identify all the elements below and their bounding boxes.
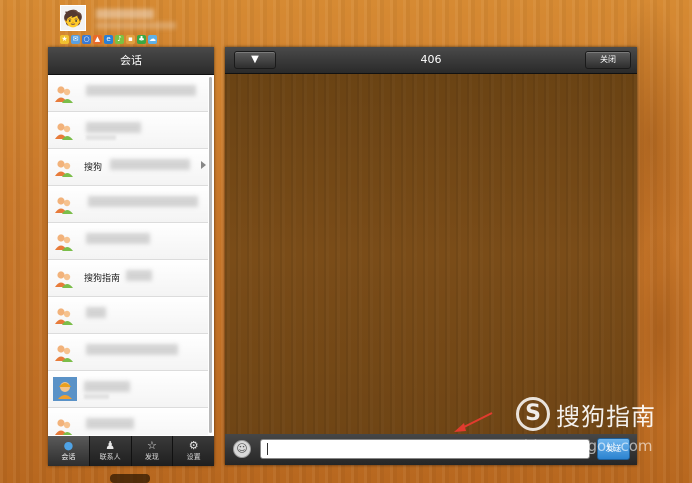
conversation-item[interactable] [48, 297, 208, 334]
group-avatar-icon [54, 158, 74, 178]
blurred-text [86, 307, 106, 318]
chevron-right-icon [201, 161, 206, 169]
nickname-mask [96, 9, 154, 19]
emoji-icon[interactable]: ☺ [233, 440, 251, 458]
tab-conversations[interactable]: ● 会话 [48, 436, 90, 466]
mail-icon[interactable]: ✉ [71, 35, 80, 44]
star-icon[interactable]: ★ [60, 35, 69, 44]
group-avatar-icon [54, 269, 74, 289]
shop-icon[interactable]: ▲ [93, 35, 102, 44]
conversation-panel: 会话 搜狗 搜狗指南 ● 会话 ♟ 联系人 ☆ 发现 ⚙ 设置 [48, 47, 214, 466]
conversation-list: 搜狗 搜狗指南 [48, 75, 208, 435]
chat-header: ▼ 406 关闭 [225, 47, 637, 74]
conversation-item[interactable] [48, 186, 208, 223]
star-icon: ☆ [146, 439, 157, 452]
close-button[interactable]: 关闭 [585, 51, 631, 69]
music-icon[interactable]: ♪ [115, 35, 124, 44]
group-avatar-icon [54, 121, 74, 141]
watermark-url: zhinan.sogou.com [516, 437, 653, 455]
bag-icon[interactable]: ▪ [126, 35, 135, 44]
blurred-text [86, 122, 141, 133]
gear-icon: ⚙ [188, 439, 199, 452]
contact-icon: ♟ [105, 439, 116, 452]
conversation-name: 搜狗指南 [84, 274, 121, 284]
blurred-text [110, 159, 190, 170]
signature-mask [96, 22, 176, 29]
conversation-item[interactable]: 搜狗指南 [48, 260, 208, 297]
tab-settings[interactable]: ⚙ 设置 [173, 436, 214, 466]
blurred-text [86, 233, 150, 244]
user-avatar-icon[interactable]: 🧒 [60, 5, 86, 31]
group-avatar-icon [54, 417, 74, 435]
chat-bubble-icon: ● [63, 439, 74, 452]
red-arrow-annotation [454, 412, 493, 432]
ie-icon[interactable]: e [104, 35, 113, 44]
group-avatar-icon [54, 84, 74, 104]
tab-label: 联系人 [99, 453, 121, 461]
conversation-panel-title: 会话 [48, 47, 214, 75]
blurred-text [84, 394, 109, 399]
group-avatar-icon [54, 232, 74, 252]
group-avatar-icon [54, 343, 74, 363]
blurred-text [86, 135, 116, 140]
watermark-logo-icon: S [516, 397, 550, 431]
chat-title: 406 [420, 53, 442, 66]
conversation-item[interactable]: 搜狗 [48, 149, 208, 186]
conversation-item[interactable] [48, 112, 208, 149]
conversation-item[interactable] [48, 334, 208, 371]
group-avatar-icon [54, 195, 74, 215]
tab-discover[interactable]: ☆ 发现 [132, 436, 174, 466]
clover-icon[interactable]: ♣ [137, 35, 146, 44]
conversation-item[interactable] [48, 371, 208, 408]
conversation-item[interactable] [48, 223, 208, 260]
conversation-item[interactable] [48, 408, 208, 435]
watermark-text: 搜狗指南 [556, 403, 656, 431]
text-cursor [267, 443, 268, 455]
blurred-text [86, 85, 196, 96]
cloud-icon[interactable]: ☁ [148, 35, 157, 44]
status-pill [110, 474, 150, 483]
tab-contacts[interactable]: ♟ 联系人 [90, 436, 132, 466]
blurred-text [126, 270, 152, 281]
blurred-text [88, 196, 198, 207]
conversation-item[interactable] [48, 75, 208, 112]
blurred-text [84, 381, 130, 392]
group-avatar-icon [54, 306, 74, 326]
tab-label: 发现 [144, 453, 159, 461]
tab-label: 会话 [61, 453, 76, 461]
conversation-name: 搜狗 [84, 163, 103, 173]
conversation-scrollbar[interactable] [209, 77, 212, 433]
user-photo-icon [53, 377, 77, 401]
bottom-tab-bar: ● 会话 ♟ 联系人 ☆ 发现 ⚙ 设置 [48, 436, 214, 466]
blurred-text [86, 418, 134, 429]
toolbar-icons: ★ ✉ ○ ▲ e ♪ ▪ ♣ ☁ [60, 35, 157, 44]
search-icon[interactable]: ○ [82, 35, 91, 44]
blurred-text [86, 344, 178, 355]
tab-label: 设置 [186, 453, 201, 461]
message-area[interactable] [225, 74, 637, 434]
